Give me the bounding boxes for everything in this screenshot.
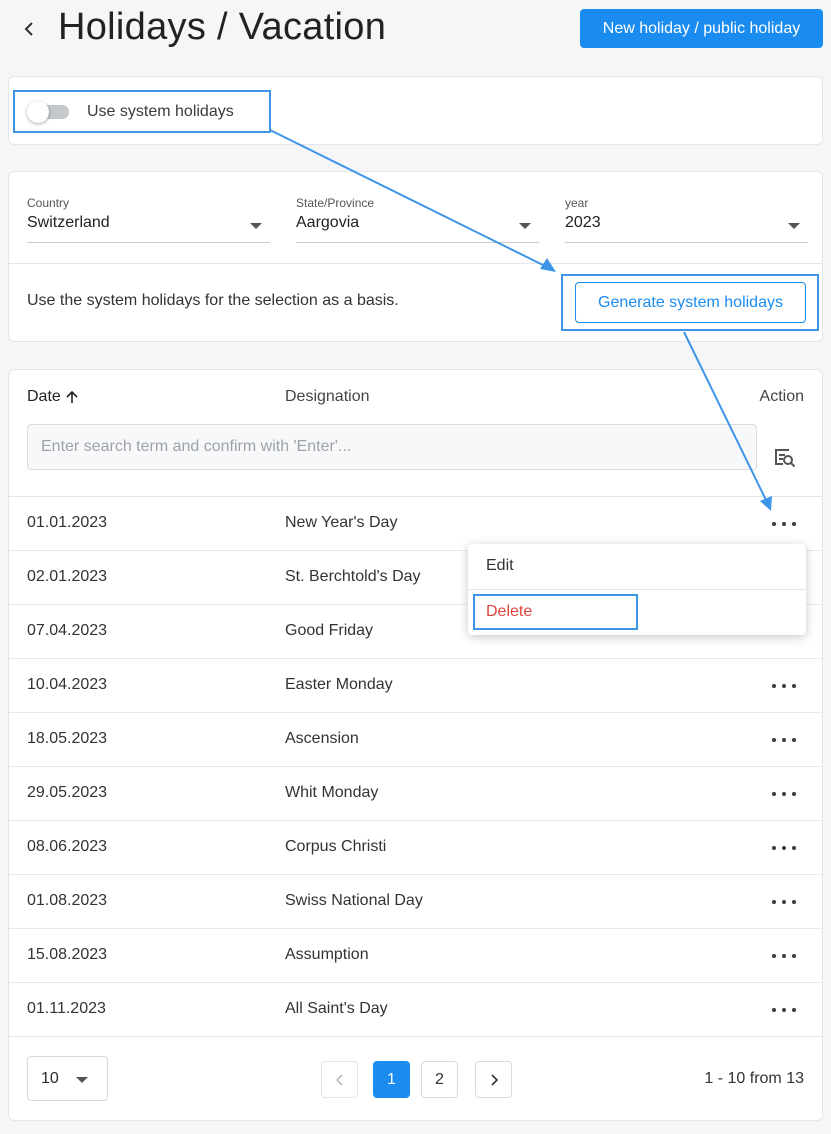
more-actions-icon[interactable] bbox=[772, 892, 796, 912]
year-label: year bbox=[565, 196, 589, 210]
caret-down-icon bbox=[519, 223, 531, 229]
cell-date: 18.05.2023 bbox=[27, 730, 108, 747]
page-button-1[interactable]: 1 bbox=[373, 1061, 410, 1098]
country-value-box[interactable]: Switzerland bbox=[27, 214, 270, 243]
new-holiday-button[interactable]: New holiday / public holiday bbox=[580, 9, 823, 48]
system-holidays-toggle-card: Use system holidays bbox=[8, 76, 823, 145]
cell-date: 29.05.2023 bbox=[27, 784, 108, 801]
state-select[interactable]: State/Province Aargovia bbox=[296, 196, 539, 243]
basis-text: Use the system holidays for the selectio… bbox=[27, 292, 399, 309]
cell-date: 01.01.2023 bbox=[27, 514, 108, 531]
caret-down-icon bbox=[76, 1077, 88, 1083]
cell-designation: Corpus Christi bbox=[285, 838, 387, 855]
more-actions-icon[interactable] bbox=[772, 1000, 796, 1020]
cell-date: 01.08.2023 bbox=[27, 892, 108, 909]
chevron-left-icon bbox=[335, 1073, 343, 1086]
column-header-designation[interactable]: Designation bbox=[285, 388, 370, 406]
row-actions-menu: Edit Delete bbox=[468, 544, 806, 635]
state-value: Aargovia bbox=[296, 214, 360, 231]
state-label: State/Province bbox=[296, 196, 375, 210]
next-page-button[interactable] bbox=[475, 1061, 512, 1098]
cell-designation: Ascension bbox=[285, 730, 359, 747]
menu-item-delete[interactable]: Delete bbox=[486, 603, 532, 621]
more-actions-icon[interactable] bbox=[772, 838, 796, 858]
back-button[interactable] bbox=[18, 16, 40, 42]
caret-down-icon bbox=[788, 223, 800, 229]
table-row: 29.05.2023 Whit Monday bbox=[9, 767, 822, 821]
search-filter-button[interactable] bbox=[773, 446, 799, 472]
more-actions-icon[interactable] bbox=[772, 784, 796, 804]
search-input[interactable] bbox=[27, 424, 757, 470]
chevron-left-icon bbox=[24, 22, 33, 36]
column-header-action: Action bbox=[759, 388, 804, 405]
cell-date: 02.01.2023 bbox=[27, 568, 108, 585]
table-row: 08.06.2023 Corpus Christi bbox=[9, 821, 822, 875]
column-header-date-label: Date bbox=[27, 388, 61, 405]
cell-date: 15.08.2023 bbox=[27, 946, 108, 963]
table-row: 18.05.2023 Ascension bbox=[9, 713, 822, 767]
cell-date: 10.04.2023 bbox=[27, 676, 108, 693]
page-size-value: 10 bbox=[41, 1070, 59, 1087]
state-value-box[interactable]: Aargovia bbox=[296, 214, 539, 243]
cell-designation: New Year's Day bbox=[285, 514, 398, 531]
caret-down-icon bbox=[250, 223, 262, 229]
year-value: 2023 bbox=[565, 214, 601, 231]
menu-item-edit[interactable]: Edit bbox=[486, 557, 514, 575]
cell-designation: Assumption bbox=[285, 946, 369, 963]
cell-date: 07.04.2023 bbox=[27, 622, 108, 639]
table-row: 01.08.2023 Swiss National Day bbox=[9, 875, 822, 929]
country-select[interactable]: Country Switzerland bbox=[27, 196, 270, 243]
table-row: 10.04.2023 Easter Monday bbox=[9, 659, 822, 713]
toggle-knob bbox=[27, 101, 49, 123]
table-row: 01.01.2023 New Year's Day bbox=[9, 497, 822, 551]
holidays-table-card: Date Designation Action 01.01.2023 New Ye… bbox=[8, 369, 823, 1121]
chevron-right-icon bbox=[490, 1073, 498, 1086]
search-list-icon bbox=[775, 449, 796, 468]
pagination-range-text: 1 - 10 from 13 bbox=[704, 1070, 804, 1087]
more-actions-icon[interactable] bbox=[772, 730, 796, 750]
cell-designation: Whit Monday bbox=[285, 784, 379, 801]
page-button-2[interactable]: 2 bbox=[421, 1061, 458, 1098]
more-actions-icon[interactable] bbox=[772, 514, 796, 534]
column-header-date[interactable]: Date bbox=[27, 388, 79, 406]
page-title: Holidays / Vacation bbox=[58, 6, 387, 48]
cell-date: 08.06.2023 bbox=[27, 838, 108, 855]
table-row: 01.11.2023 All Saint's Day bbox=[9, 983, 822, 1037]
more-actions-icon[interactable] bbox=[772, 946, 796, 966]
cell-designation: Good Friday bbox=[285, 622, 374, 639]
cell-designation: Swiss National Day bbox=[285, 892, 423, 909]
sort-ascending-icon bbox=[66, 390, 78, 403]
menu-divider bbox=[468, 589, 806, 590]
use-system-holidays-toggle[interactable] bbox=[27, 101, 71, 123]
country-label: Country bbox=[27, 196, 70, 210]
generate-system-holidays-button[interactable]: Generate system holidays bbox=[575, 282, 806, 323]
country-value: Switzerland bbox=[27, 214, 110, 231]
table-row: 15.08.2023 Assumption bbox=[9, 929, 822, 983]
filter-card: Country Switzerland State/Province Aargo… bbox=[8, 171, 823, 342]
year-value-box[interactable]: 2023 bbox=[565, 214, 808, 243]
divider bbox=[9, 263, 822, 264]
year-select[interactable]: year 2023 bbox=[565, 196, 808, 243]
toggle-label: Use system holidays bbox=[87, 103, 234, 120]
cell-designation: St. Berchtold's Day bbox=[285, 568, 421, 585]
toggle-row: Use system holidays bbox=[27, 101, 234, 123]
cell-designation: Easter Monday bbox=[285, 676, 393, 693]
prev-page-button[interactable] bbox=[321, 1061, 358, 1098]
cell-date: 01.11.2023 bbox=[27, 1000, 106, 1017]
cell-designation: All Saint's Day bbox=[285, 1000, 388, 1017]
page-size-select[interactable]: 10 bbox=[27, 1056, 108, 1101]
more-actions-icon[interactable] bbox=[772, 676, 796, 696]
